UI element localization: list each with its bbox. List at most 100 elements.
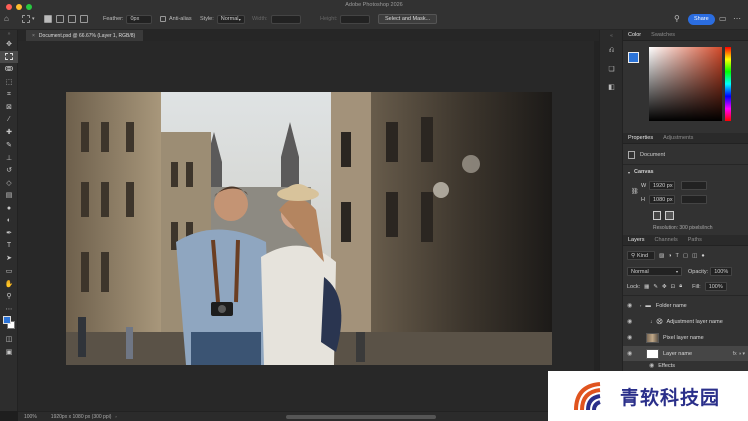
color-foreground-swatch[interactable] (628, 52, 639, 63)
hue-slider[interactable] (725, 47, 731, 121)
layer-filter-select[interactable]: ⚲ Kind (627, 251, 655, 260)
subtract-selection-icon[interactable] (68, 15, 76, 23)
tab-channels[interactable]: Channels (650, 237, 683, 243)
document-info[interactable]: 1920px x 1080 px (300 ppi) (51, 414, 112, 420)
visibility-eye-icon[interactable]: ◉ (627, 318, 636, 325)
workspace-icon[interactable]: ⋯ (733, 14, 741, 24)
tab-properties[interactable]: Properties (623, 135, 658, 141)
clone-stamp-tool-icon[interactable]: ⊥ (0, 151, 18, 164)
layer-row-adjustment[interactable]: ◉ ↓ ⨂ Adjustment layer name (623, 314, 748, 329)
move-tool-icon[interactable]: ✥ (0, 38, 18, 51)
landscape-orientation-icon[interactable] (665, 211, 674, 220)
blend-mode-select[interactable]: Normal ▾ (627, 267, 682, 276)
canvas-height-input[interactable]: 1080 px (649, 195, 675, 204)
collapse-panels-icon[interactable]: « (600, 30, 623, 42)
layer-row-folder[interactable]: ◉ › ▬ Folder name (623, 298, 748, 313)
path-selection-tool-icon[interactable]: ➤ (0, 252, 18, 265)
layer-row-pixel[interactable]: ◉ Pixel layer name (623, 330, 748, 345)
panel-toggle-icon[interactable]: ▭ (719, 14, 727, 24)
style-select[interactable]: Normal ▾ (216, 14, 245, 24)
tab-paths[interactable]: Paths (683, 237, 707, 243)
canvas-y-input[interactable] (681, 195, 707, 204)
libraries-panel-icon[interactable]: ◧ (600, 78, 623, 96)
canvas-collapse-icon[interactable]: ▾ (628, 170, 630, 175)
intersect-selection-icon[interactable] (80, 15, 88, 23)
foreground-color-swatch[interactable] (3, 316, 11, 325)
select-and-mask-button[interactable]: Select and Mask... (378, 14, 438, 24)
dodge-tool-icon[interactable]: ◐ (0, 214, 18, 227)
horizontal-scroll-thumb[interactable] (286, 415, 436, 419)
height-input[interactable] (340, 14, 371, 24)
quick-mask-icon[interactable]: ◫ (0, 333, 18, 346)
marquee-preset-icon[interactable]: ▾ (22, 14, 35, 24)
canvas-x-input[interactable] (681, 181, 707, 190)
frame-tool-icon[interactable]: ⊠ (0, 101, 18, 114)
lasso-tool-icon[interactable]: ↂ (0, 63, 18, 76)
canvas-width-input[interactable]: 1920 px (649, 181, 675, 190)
filter-adjustment-icon[interactable]: ◑ (668, 253, 671, 259)
eyedropper-tool-icon[interactable]: ⁄ (0, 114, 18, 127)
type-tool-icon[interactable]: T (0, 240, 18, 253)
more-tools-icon[interactable]: ⋯ (0, 302, 18, 315)
visibility-eye-icon[interactable]: ◉ (627, 350, 636, 357)
filter-pixel-icon[interactable]: ▨ (659, 253, 664, 259)
object-selection-tool-icon[interactable]: ⬚ (0, 76, 18, 89)
document-photo[interactable] (66, 92, 552, 365)
portrait-orientation-icon[interactable] (653, 211, 661, 220)
blur-tool-icon[interactable]: ● (0, 202, 18, 215)
comments-panel-icon[interactable]: ❏ (600, 60, 623, 78)
toolbar-collapse-icon[interactable]: » (0, 30, 18, 38)
search-icon[interactable]: ⚲ (674, 14, 680, 24)
layer-row-layer[interactable]: ◉ Layer name fx ◑ ▾ (623, 346, 748, 361)
tab-swatches[interactable]: Swatches (646, 32, 680, 38)
healing-brush-tool-icon[interactable]: ✚ (0, 126, 18, 139)
width-input[interactable] (270, 14, 301, 24)
color-swatches[interactable] (0, 315, 17, 333)
crop-tool-icon[interactable]: ⌗ (0, 88, 18, 101)
visibility-eye-icon[interactable]: ◉ (627, 302, 636, 309)
brush-tool-icon[interactable]: ✎ (0, 139, 18, 152)
tab-layers[interactable]: Layers (623, 237, 650, 243)
history-brush-tool-icon[interactable]: ↺ (0, 164, 18, 177)
filter-type-icon[interactable]: T (676, 253, 679, 259)
lock-position-icon[interactable]: ✥ (662, 284, 667, 290)
pen-tool-icon[interactable]: ✒ (0, 227, 18, 240)
lock-image-icon[interactable]: ✎ (653, 284, 658, 290)
filter-toggle-icon[interactable]: ● (701, 253, 704, 259)
fill-input[interactable]: 100% (704, 282, 727, 291)
filter-smart-object-icon[interactable]: ◫ (692, 253, 697, 259)
share-button[interactable]: Share (688, 13, 715, 25)
lock-artboard-icon[interactable]: ⊡ (671, 284, 676, 290)
visibility-eye-icon[interactable]: ◉ (627, 334, 636, 341)
zoom-level[interactable]: 100% (24, 414, 37, 420)
home-icon[interactable]: ⌂ (4, 14, 9, 24)
rectangular-marquee-tool-icon[interactable] (0, 50, 18, 64)
tab-color[interactable]: Color (623, 32, 646, 38)
feather-input[interactable]: 0px (126, 14, 153, 24)
eraser-tool-icon[interactable]: ◇ (0, 177, 18, 190)
link-dimensions-icon[interactable]: ⛓ (631, 188, 639, 195)
group-expand-chevron-icon[interactable]: › (640, 303, 641, 308)
lock-transparent-icon[interactable]: ▦ (644, 284, 649, 290)
hand-tool-icon[interactable]: ✋ (0, 277, 18, 290)
status-info-chevron-icon[interactable]: › (115, 414, 116, 419)
effects-visibility-icon[interactable]: ◉ (649, 362, 654, 369)
opacity-input[interactable]: 100% (710, 267, 733, 276)
layer-fx-icon[interactable]: fx ◑ ▾ (733, 351, 745, 357)
antialias-checkbox[interactable] (160, 16, 166, 22)
color-picker-field[interactable] (649, 47, 722, 121)
add-selection-icon[interactable] (56, 15, 64, 23)
tab-adjustments[interactable]: Adjustments (658, 135, 698, 141)
close-tab-icon[interactable]: × (32, 33, 35, 39)
screen-mode-icon[interactable]: ▣ (0, 346, 18, 359)
document-tab[interactable]: × Document.psd @ 66.67% (Layer 1, RGB/8) (26, 30, 144, 41)
zoom-tool-icon[interactable]: ⚲ (0, 290, 18, 303)
history-panel-icon[interactable]: ⎌ (600, 42, 623, 60)
new-selection-icon[interactable] (44, 15, 52, 23)
rectangle-tool-icon[interactable]: ▭ (0, 265, 18, 278)
canvas-area[interactable] (18, 41, 599, 411)
layer-effects-row[interactable]: ◉ Effects (623, 360, 748, 371)
gradient-tool-icon[interactable]: ▤ (0, 189, 18, 202)
filter-shape-icon[interactable]: ▢ (683, 253, 688, 259)
lock-all-icon[interactable]: 🔒︎ (679, 283, 682, 290)
